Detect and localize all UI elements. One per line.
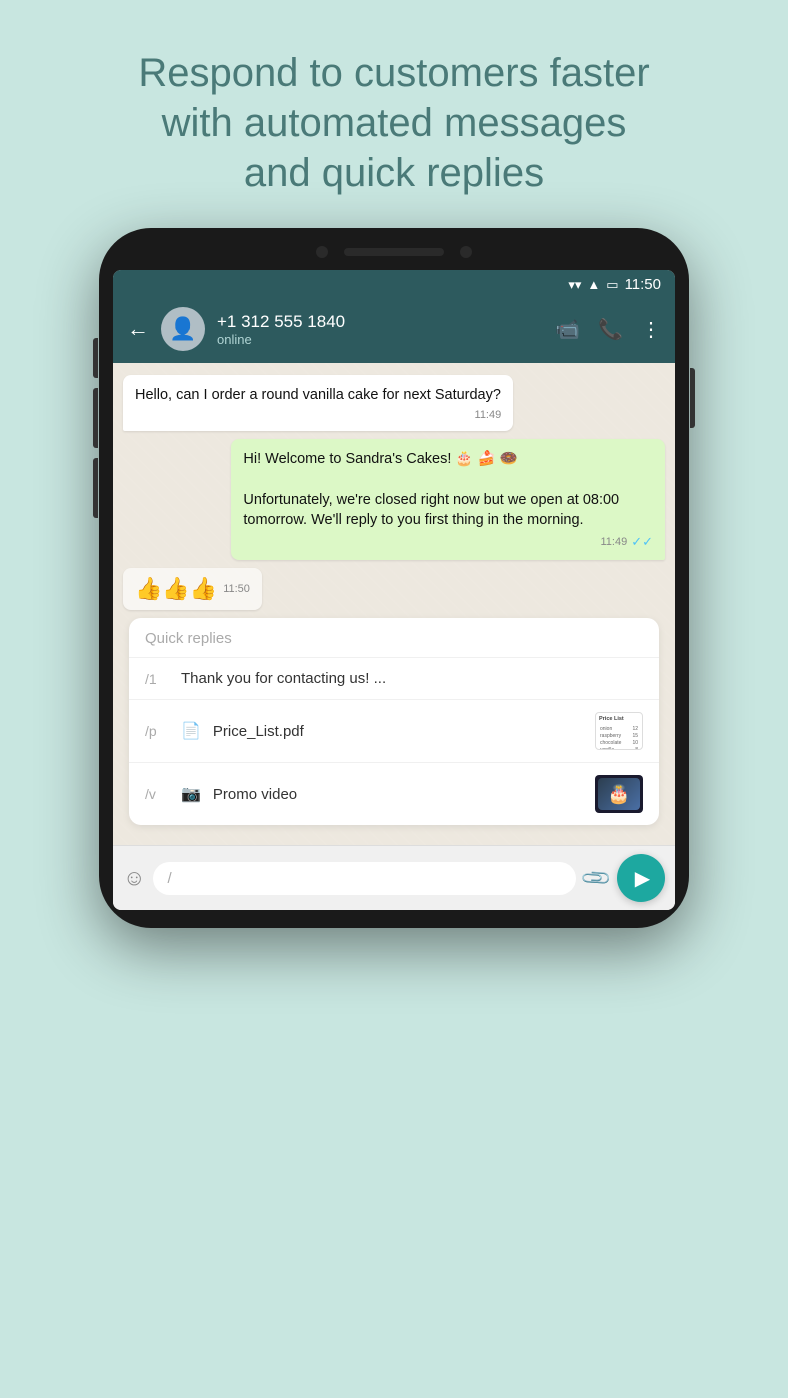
message-text-sent-1: Hi! Welcome to Sandra's Cakes! 🎂 🍰 🍩 Unf… xyxy=(243,449,653,530)
phone-top-bar xyxy=(113,246,675,258)
sensor-dot xyxy=(460,246,472,258)
contact-name: +1 312 555 1840 xyxy=(217,312,543,332)
send-icon: ▶ xyxy=(635,866,650,891)
phone-frame: ▾▾ ▲ ▭ 11:50 ← 👤 +1 312 555 1840 online … xyxy=(99,228,689,928)
status-icons: ▾▾ ▲ ▭ 11:50 xyxy=(568,276,661,293)
phone-side-button-left-2 xyxy=(93,388,98,448)
chat-messages: Hello, can I order a round vanilla cake … xyxy=(113,363,675,845)
headline-line2: with automated messages xyxy=(162,101,627,145)
emoji-message: 👍👍👍 11:50 xyxy=(123,568,665,618)
video-call-icon[interactable]: 📹 xyxy=(555,317,580,342)
emoji-content: 👍👍👍 xyxy=(135,576,217,602)
slash-prefix: / xyxy=(167,870,171,887)
headline-line1: Respond to customers faster xyxy=(138,51,649,95)
quick-reply-text-2: Price_List.pdf xyxy=(213,723,583,740)
back-button[interactable]: ← xyxy=(127,316,149,342)
battery-icon: ▭ xyxy=(606,277,618,293)
phone-screen: ▾▾ ▲ ▭ 11:50 ← 👤 +1 312 555 1840 online … xyxy=(113,270,675,910)
send-button[interactable]: ▶ xyxy=(617,854,665,902)
camera-dot xyxy=(316,246,328,258)
phone-side-button-right xyxy=(690,368,695,428)
quick-reply-shortcut-2: /p xyxy=(145,723,169,739)
quick-replies-title: Quick replies xyxy=(129,618,659,658)
message-input[interactable]: / xyxy=(153,862,576,895)
video-thumb-img: 🎂 xyxy=(598,778,640,810)
wifi-icon: ▾▾ xyxy=(568,277,581,293)
quick-reply-shortcut-3: /v xyxy=(145,786,169,802)
emoji-time: 11:50 xyxy=(223,583,250,595)
input-bar: ☺ / 📎 ▶ xyxy=(113,845,675,910)
pdf-thumbnail: Price List onion12 raspberry15 chocolate… xyxy=(595,712,643,750)
message-text-1: Hello, can I order a round vanilla cake … xyxy=(135,385,501,405)
status-bar: ▾▾ ▲ ▭ 11:50 xyxy=(113,270,675,299)
header-icons: 📹 📞 ⋮ xyxy=(555,317,661,342)
signal-icon: ▲ xyxy=(587,277,600,292)
avatar: 👤 xyxy=(161,307,205,351)
contact-status: online xyxy=(217,332,543,347)
contact-info: +1 312 555 1840 online xyxy=(217,312,543,347)
headline: Respond to customers faster with automat… xyxy=(78,0,709,228)
quick-replies-panel: Quick replies /1 Thank you for contactin… xyxy=(129,618,659,825)
phone-call-icon[interactable]: 📞 xyxy=(598,317,623,342)
more-options-icon[interactable]: ⋮ xyxy=(641,317,661,342)
status-time: 11:50 xyxy=(625,276,661,293)
phone-side-button-left-1 xyxy=(93,338,98,378)
document-icon: 📄 xyxy=(181,721,201,741)
avatar-person-icon: 👤 xyxy=(169,316,196,342)
video-thumbnail: 🎂 xyxy=(595,775,643,813)
attach-icon[interactable]: 📎 xyxy=(579,861,614,896)
quick-reply-text-1: Thank you for contacting us! ... xyxy=(181,670,643,687)
phone-side-button-left-3 xyxy=(93,458,98,518)
quick-reply-item-3[interactable]: /v 📷 Promo video 🎂 xyxy=(129,763,659,825)
quick-reply-item-1[interactable]: /1 Thank you for contacting us! ... xyxy=(129,658,659,700)
quick-reply-text-3: Promo video xyxy=(213,786,583,803)
message-received-1: Hello, can I order a round vanilla cake … xyxy=(123,375,513,431)
emoji-picker-button[interactable]: ☺ xyxy=(123,865,145,891)
message-sent-1: Hi! Welcome to Sandra's Cakes! 🎂 🍰 🍩 Unf… xyxy=(231,439,665,560)
speaker-grille xyxy=(344,248,444,256)
message-time-1: 11:49 xyxy=(475,409,502,421)
message-time-sent-1: 11:49 xyxy=(600,536,627,548)
headline-line3: and quick replies xyxy=(244,151,544,195)
camera-icon: 📷 xyxy=(181,784,201,804)
quick-reply-shortcut-1: /1 xyxy=(145,671,169,687)
quick-reply-item-2[interactable]: /p 📄 Price_List.pdf Price List onion12 r… xyxy=(129,700,659,763)
chat-header: ← 👤 +1 312 555 1840 online 📹 📞 ⋮ xyxy=(113,299,675,363)
read-receipt-icon: ✓✓ xyxy=(631,534,653,550)
